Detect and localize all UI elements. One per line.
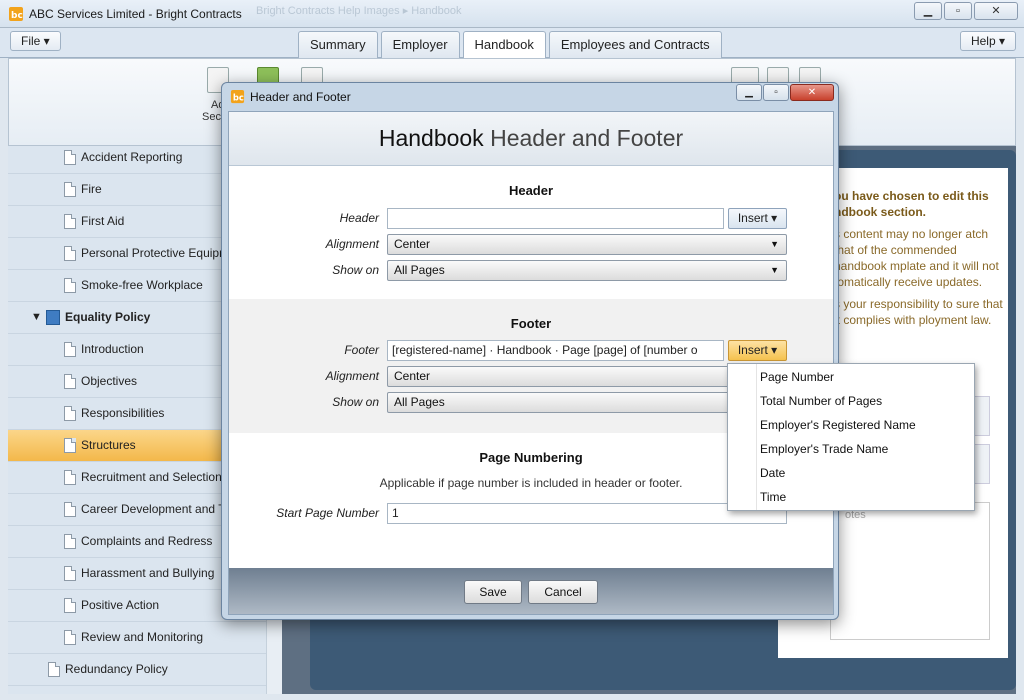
header-alignment-label: Alignment [325, 237, 379, 251]
ribbon-label-section: Sec [202, 111, 221, 123]
menu-item-page-number[interactable]: Page Number [760, 366, 834, 388]
document-icon [64, 150, 76, 165]
header-show-on-select[interactable]: All Pages ▼ [387, 260, 787, 281]
window-title: ABC Services Limited - Bright Contracts [29, 7, 242, 21]
document-icon [64, 214, 76, 229]
maximize-button[interactable]: ▫ [944, 2, 972, 20]
dialog-title-bar: bc Header and Footer ▁ ▫ ✕ [222, 83, 838, 109]
dialog-footer: Save Cancel [229, 568, 833, 614]
heading-bold: Handbook [378, 125, 484, 151]
help-menu-button[interactable]: Help ▾ [959, 31, 1016, 51]
document-icon [64, 342, 76, 357]
app-logo-icon: bc [230, 89, 245, 104]
edit-notice: ou have chosen to edit this ndbook secti… [834, 188, 1004, 328]
header-section: Header Header Insert ▾ Alignment Center ▼… [229, 167, 833, 299]
document-icon [64, 406, 76, 421]
document-icon [64, 630, 76, 645]
ghost-title: Bright Contracts Help Images ▸ Handbook [256, 5, 462, 17]
menu-item-registered-name[interactable]: Employer's Registered Name [760, 414, 916, 436]
dialog-title: Header and Footer [250, 90, 351, 104]
document-icon [64, 470, 76, 485]
document-icon [64, 278, 76, 293]
notice-paragraph-1: s content may no longer atch that of the… [834, 227, 999, 289]
header-show-on-label: Show on [332, 263, 379, 277]
menu-bar: File ▾ Summary Employer Handbook Employe… [0, 28, 1024, 59]
footer-section-title: Footer [510, 316, 552, 331]
header-text-input[interactable] [387, 208, 724, 229]
notice-heading: ou have chosen to edit this ndbook secti… [834, 189, 989, 219]
document-icon [64, 246, 76, 261]
tree-item[interactable]: Redundancy Policy [8, 654, 266, 686]
menu-item-trade-name[interactable]: Employer's Trade Name [760, 438, 888, 460]
tree-item[interactable]: Review and Monitoring [8, 622, 266, 654]
notice-paragraph-2: s your responsibility to sure that it co… [834, 297, 1003, 327]
footer-show-on-label: Show on [332, 395, 379, 409]
document-icon [64, 182, 76, 197]
svg-text:bc: bc [11, 11, 23, 21]
footer-alignment-label: Alignment [325, 369, 379, 383]
header-section-title: Header [508, 183, 554, 198]
title-bar: bc ABC Services Limited - Bright Contrac… [0, 0, 1024, 28]
tab-employees-and-contracts[interactable]: Employees and Contracts [548, 31, 722, 58]
tab-employer[interactable]: Employer [380, 31, 460, 58]
menu-item-total-pages[interactable]: Total Number of Pages [760, 390, 882, 412]
dialog-heading: Handbook Header and Footer [229, 125, 833, 152]
minimize-button[interactable]: ▁ [914, 2, 942, 20]
insert-dropdown-menu: Page Number Total Number of Pages Employ… [727, 363, 975, 511]
header-label: Header [339, 211, 379, 225]
dialog-heading-band: Handbook Header and Footer [229, 112, 833, 166]
document-icon [64, 598, 76, 613]
dropdown-arrow-icon: ▼ [770, 239, 779, 249]
footer-text-input[interactable]: [registered-name] · Handbook · Page [pag… [387, 340, 724, 361]
document-icon [64, 502, 76, 517]
close-button[interactable]: ✕ [974, 2, 1018, 20]
document-icon [64, 534, 76, 549]
tab-handbook[interactable]: Handbook [462, 31, 546, 59]
dialog-maximize-button[interactable]: ▫ [763, 84, 789, 101]
svg-text:bc: bc [233, 92, 244, 102]
dialog-minimize-button[interactable]: ▁ [736, 84, 762, 101]
dropdown-arrow-icon: ▼ [770, 265, 779, 275]
document-icon [64, 374, 76, 389]
header-alignment-select[interactable]: Center ▼ [387, 234, 787, 255]
document-icon [48, 662, 60, 677]
notes-textarea[interactable]: otes [830, 502, 990, 640]
start-page-number-label: Start Page Number [276, 506, 379, 520]
menu-gutter [756, 364, 757, 510]
book-icon [46, 310, 60, 325]
expand-triangle-icon[interactable]: ▼ [31, 311, 42, 323]
save-button[interactable]: Save [464, 580, 522, 604]
heading-rest: Header and Footer [490, 125, 684, 151]
main-tabs: Summary Employer Handbook Employees and … [298, 31, 722, 59]
tab-summary[interactable]: Summary [298, 31, 378, 58]
file-menu-button[interactable]: File ▾ [10, 31, 61, 51]
footer-label: Footer [344, 343, 379, 357]
document-icon [64, 438, 76, 453]
cancel-button[interactable]: Cancel [528, 580, 598, 604]
footer-insert-button[interactable]: Insert ▾ [728, 340, 787, 361]
header-insert-button[interactable]: Insert ▾ [728, 208, 787, 229]
document-icon [64, 566, 76, 581]
menu-item-time[interactable]: Time [760, 486, 786, 508]
header-footer-dialog: bc Header and Footer ▁ ▫ ✕ Handbook Head… [221, 82, 839, 620]
menu-item-date[interactable]: Date [760, 462, 785, 484]
dialog-close-button[interactable]: ✕ [790, 84, 834, 101]
app-logo-icon: bc [9, 7, 23, 21]
